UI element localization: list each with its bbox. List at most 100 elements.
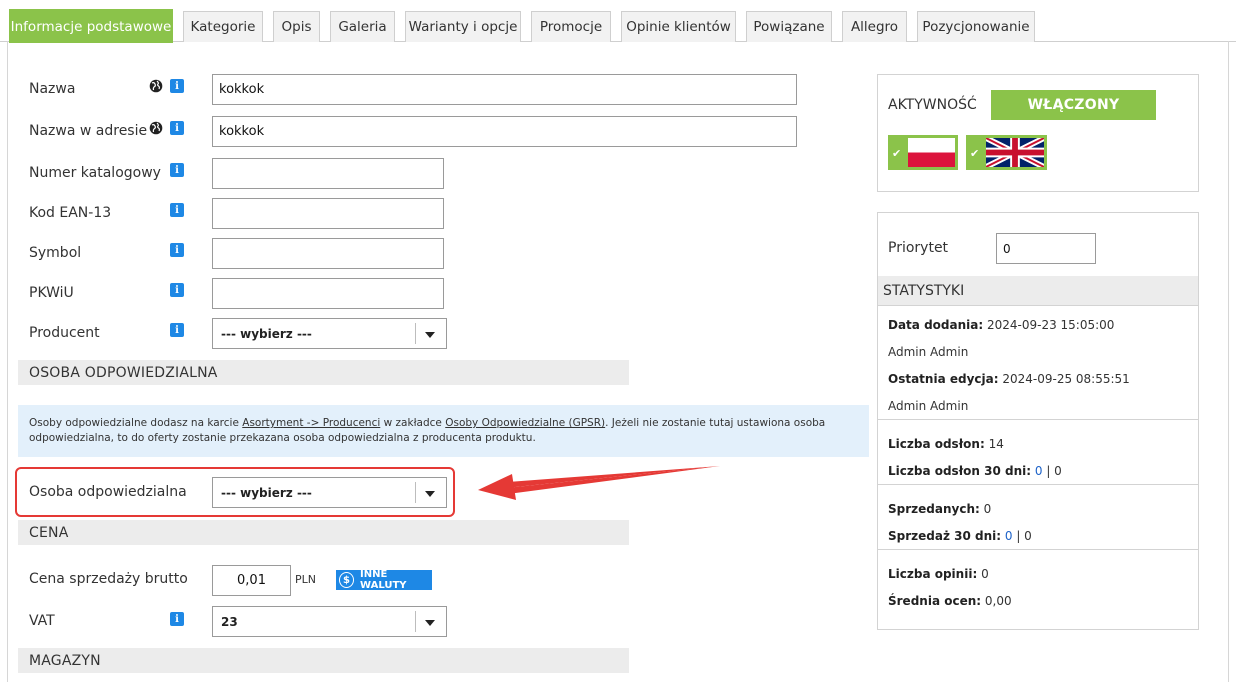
producer-label: Producent (29, 325, 100, 341)
responsible-person-label: Osoba odpowiedzialna (29, 484, 187, 500)
globe-icon (149, 121, 163, 135)
name-input[interactable]: kokkok (212, 74, 797, 105)
vat-select-value: 23 (221, 614, 238, 629)
url-name-label: Nazwa w adresie (29, 123, 148, 139)
vat-label: VAT (29, 613, 55, 629)
vat-select[interactable]: 23 (212, 606, 447, 637)
check-icon: ✔ (892, 147, 902, 160)
views-count: Liczba odsłon: 14 (888, 437, 1004, 451)
date-added: Data dodania: 2024-09-23 15:05:00 (888, 318, 1114, 332)
check-icon: ✔ (970, 147, 980, 160)
name-label: Nazwa (29, 81, 76, 97)
select-separator (415, 323, 416, 344)
tab-categories[interactable]: Kategorie (183, 11, 263, 42)
priority-label: Priorytet (888, 240, 949, 256)
stat-label: Data dodania: (888, 318, 984, 332)
priority-input[interactable]: 0 (996, 233, 1096, 264)
stat-value: 2024-09-25 08:55:51 (998, 372, 1130, 386)
chevron-down-icon (425, 620, 435, 626)
divider (878, 484, 1198, 485)
info-icon[interactable]: i (170, 323, 184, 337)
producer-select-value: --- wybierz --- (221, 326, 312, 341)
price-section: CENA (18, 520, 629, 545)
stat-label: Liczba opinii: (888, 567, 978, 581)
stock-section: MAGAZYN (18, 648, 629, 673)
pkwiu-input[interactable] (212, 278, 444, 309)
symbol-label: Symbol (29, 245, 82, 261)
language-pl-toggle[interactable]: ✔ (888, 135, 958, 170)
sales-30-link[interactable]: 0 (1001, 529, 1013, 543)
tab-variants[interactable]: Warianty i opcje (405, 11, 521, 42)
activity-toggle-button[interactable]: WŁĄCZONY (991, 90, 1156, 120)
stat-value: 0 (977, 567, 989, 581)
stat-value: 2024-09-23 15:05:00 (983, 318, 1115, 332)
stat-label: Sprzedaż 30 dni: (888, 529, 1002, 543)
stat-value: 14 (984, 437, 1004, 451)
info-icon[interactable]: i (170, 79, 184, 93)
stat-label: Liczba odsłon: (888, 437, 985, 451)
symbol-input[interactable] (212, 238, 444, 269)
notice-text: w zakładce (380, 417, 446, 429)
other-currencies-label: INNE WALUTY (360, 569, 407, 591)
producers-link[interactable]: Asortyment -> Producenci (242, 417, 380, 429)
stat-label: Liczba odsłon 30 dni: (888, 464, 1032, 478)
producer-select[interactable]: --- wybierz --- (212, 318, 447, 349)
responsible-notice: Osoby odpowiedzialne dodasz na karcie As… (18, 405, 869, 457)
tab-bar: Informacje podstawowe Kategorie Opis Gal… (0, 0, 1236, 43)
responsible-person-section: OSOBA ODPOWIEDZIALNA (18, 360, 629, 385)
globe-icon (149, 79, 163, 93)
other-currencies-button[interactable]: $ INNE WALUTY (336, 569, 432, 591)
select-separator (415, 611, 416, 632)
reviews-count: Liczba opinii: 0 (888, 567, 989, 581)
sales-30-days: Sprzedaż 30 dni: 0 | 0 (888, 529, 1032, 543)
views-30-link[interactable]: 0 (1031, 464, 1043, 478)
divider (878, 419, 1198, 420)
info-icon[interactable]: i (170, 243, 184, 257)
info-icon[interactable]: i (170, 121, 184, 135)
responsible-select-value: --- wybierz --- (221, 485, 312, 500)
last-edit: Ostatnia edycja: 2024-09-25 08:55:51 (888, 372, 1130, 386)
stat-value: | 0 (1012, 529, 1032, 543)
added-by: Admin Admin (888, 345, 969, 359)
info-icon[interactable]: i (170, 612, 184, 626)
tab-gallery[interactable]: Galeria (330, 11, 395, 42)
catalog-number-input[interactable] (212, 158, 444, 189)
tab-basic-info[interactable]: Informacje podstawowe (9, 9, 173, 43)
info-icon[interactable]: i (170, 163, 184, 177)
url-name-input[interactable]: kokkok (212, 116, 797, 147)
gross-price-input[interactable]: 0,01 (212, 565, 291, 596)
language-en-toggle[interactable]: ✔ (966, 135, 1047, 170)
catalog-number-label: Numer katalogowy (29, 165, 161, 181)
stat-value: 0 (979, 502, 992, 516)
responsible-person-select[interactable]: --- wybierz --- (212, 477, 447, 508)
stat-value: 0,00 (981, 594, 1012, 608)
tab-reviews[interactable]: Opinie klientów (621, 11, 736, 42)
tab-description[interactable]: Opis (273, 11, 320, 42)
info-icon[interactable]: i (170, 203, 184, 217)
ean-input[interactable] (212, 198, 444, 229)
gpsr-link[interactable]: Osoby Odpowiedzialne (GPSR) (445, 417, 605, 429)
info-icon[interactable]: i (170, 283, 184, 297)
activity-label: AKTYWNOŚĆ (888, 97, 977, 113)
tab-related[interactable]: Powiązane (746, 11, 832, 42)
tab-seo[interactable]: Pozycjonowanie (917, 11, 1035, 42)
edited-by: Admin Admin (888, 399, 969, 413)
arrow-annotation-icon (478, 466, 720, 500)
ean-label: Kod EAN-13 (29, 205, 112, 221)
stats-header: STATYSTYKI (878, 276, 1198, 306)
gross-price-label: Cena sprzedaży brutto (29, 571, 188, 587)
currency-coin-icon: $ (339, 572, 355, 588)
chevron-down-icon (425, 491, 435, 497)
currency-label: PLN (295, 573, 316, 586)
pkwiu-label: PKWiU (29, 285, 74, 301)
chevron-down-icon (425, 332, 435, 338)
tab-allegro[interactable]: Allegro (842, 11, 907, 42)
tab-promotions[interactable]: Promocje (531, 11, 611, 42)
select-separator (415, 482, 416, 503)
sold-count: Sprzedanych: 0 (888, 502, 991, 516)
stat-label: Średnia ocen: (888, 594, 982, 608)
uk-flag-icon (986, 138, 1044, 167)
stat-value: | 0 (1042, 464, 1062, 478)
stat-label: Sprzedanych: (888, 502, 980, 516)
stat-label: Ostatnia edycja: (888, 372, 999, 386)
